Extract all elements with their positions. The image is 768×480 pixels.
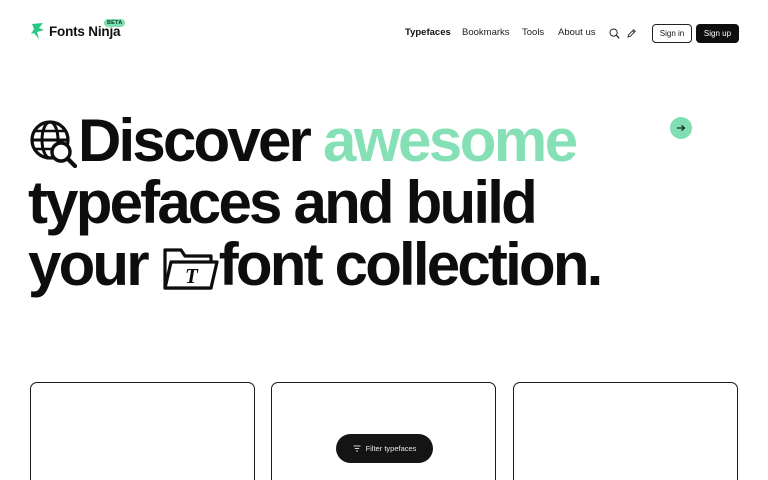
arrow-button[interactable]	[670, 117, 692, 139]
filter-typefaces-label: Filter typefaces	[365, 444, 417, 453]
hero-line-1: Discover awesome	[28, 107, 578, 174]
nav-item-bookmarks[interactable]: Bookmarks	[462, 27, 510, 38]
sign-up-button[interactable]: Sign up	[696, 24, 739, 43]
filter-typefaces-button[interactable]: Filter typefaces	[336, 434, 433, 463]
sign-in-button[interactable]: Sign in	[652, 24, 692, 43]
beta-badge: BETA	[104, 19, 126, 27]
globe-search-icon	[30, 120, 78, 169]
hero-word-discover: Discover	[78, 107, 312, 174]
typeface-card[interactable]	[30, 382, 255, 480]
nav-item-about-us[interactable]: About us	[558, 27, 596, 38]
filter-icon	[353, 445, 361, 452]
hero-word-your: your	[28, 231, 150, 298]
typeface-card[interactable]	[271, 382, 496, 480]
nav-item-tools[interactable]: Tools	[522, 27, 544, 38]
arrow-right-icon	[677, 124, 686, 132]
search-icon[interactable]	[607, 26, 621, 40]
typeface-card[interactable]	[513, 382, 738, 480]
nav-item-typefaces[interactable]: Typefaces	[405, 27, 451, 38]
pen-icon[interactable]	[624, 26, 638, 40]
hero-line-2: typefaces and build	[28, 169, 538, 236]
hero-line-3: your T font collection.	[28, 231, 604, 298]
logo[interactable]: Fonts Ninja BETA	[30, 19, 126, 40]
hero-word-font-collection: font collection.	[218, 231, 604, 298]
site-header: Fonts Ninja BETA Typefaces Bookmarks Too…	[0, 0, 768, 66]
font-folder-icon: T	[163, 248, 219, 290]
hero-word-awesome: awesome	[322, 107, 578, 174]
ninja-logo-icon	[31, 23, 44, 39]
